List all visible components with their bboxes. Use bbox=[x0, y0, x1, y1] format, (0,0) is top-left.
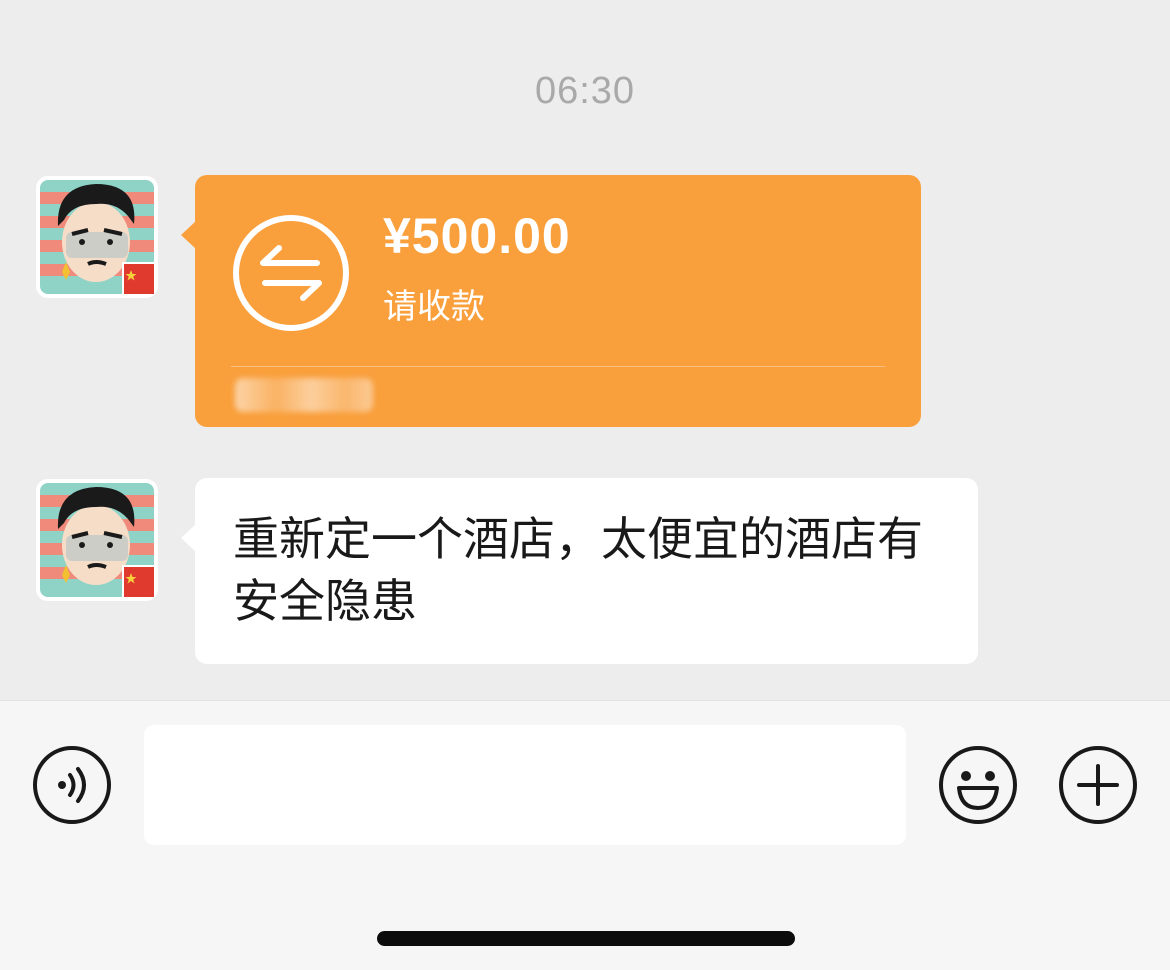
transfer-footer-blurred bbox=[235, 378, 373, 412]
sender-avatar[interactable] bbox=[36, 176, 158, 298]
transfer-divider bbox=[231, 366, 885, 367]
transfer-status: 请收款 bbox=[383, 287, 485, 327]
chat-area[interactable]: 06:30 ¥500.00 请收款 重新定一个酒店，太便宜的酒店有安全隐患 bbox=[0, 0, 1170, 700]
message-timestamp: 06:30 bbox=[534, 70, 636, 112]
plus-icon[interactable] bbox=[1057, 744, 1139, 826]
message-text: 重新定一个酒店，太便宜的酒店有安全隐患 bbox=[233, 512, 923, 628]
emoji-icon[interactable] bbox=[937, 744, 1019, 826]
message-input[interactable] bbox=[144, 725, 906, 845]
transfer-arrows-icon bbox=[233, 215, 349, 331]
voice-icon[interactable] bbox=[32, 745, 112, 825]
input-bar bbox=[0, 700, 1170, 970]
text-message[interactable]: 重新定一个酒店，太便宜的酒店有安全隐患 bbox=[181, 478, 978, 664]
transfer-message[interactable]: ¥500.00 请收款 bbox=[181, 175, 921, 427]
transfer-amount: ¥500.00 bbox=[383, 208, 571, 264]
home-indicator[interactable] bbox=[377, 931, 795, 946]
sender-avatar[interactable] bbox=[36, 479, 158, 601]
